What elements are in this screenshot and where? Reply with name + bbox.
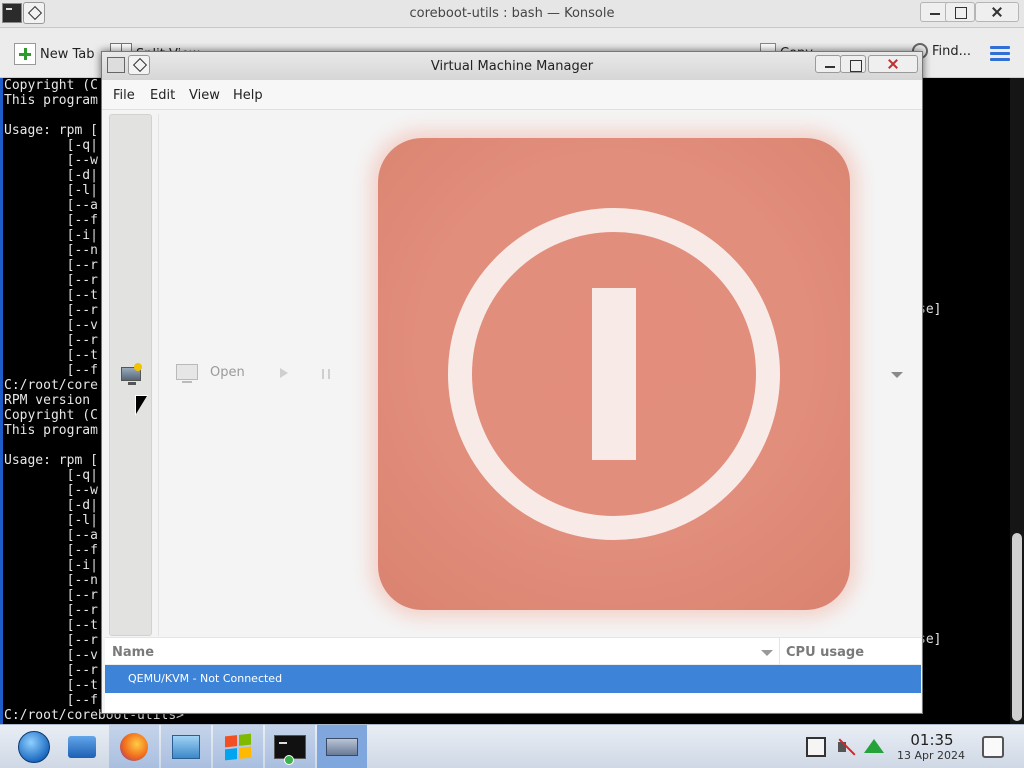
power-bar [592,288,636,460]
taskbar: 01:35 13 Apr 2024 [0,724,1024,768]
mouse-cursor-icon [136,396,147,414]
clipboard-icon[interactable] [806,737,826,757]
close-button[interactable] [868,55,918,73]
taskbar-firefox[interactable] [109,725,159,768]
maximize-button[interactable] [840,55,866,73]
vmm-toolbar [109,114,152,636]
new-badge-icon [134,363,142,371]
menu-view[interactable]: View [189,88,220,103]
konsole-titlebar[interactable]: coreboot-utils : bash — Konsole [0,0,1024,28]
hamburger-menu-icon[interactable] [990,46,1010,62]
new-vm-button[interactable] [118,363,144,385]
shutdown-menu-dropdown-icon[interactable] [891,372,903,378]
volume-muted-icon[interactable] [836,737,856,757]
taskbar-windows-app[interactable] [213,725,263,768]
vm-list: Name CPU usage QEMU/KVM - Not Connected [105,637,921,712]
taskbar-file-manager[interactable] [57,725,107,768]
start-button[interactable] [9,725,59,768]
monitor-icon [176,364,198,383]
column-separator [779,638,780,666]
virt-manager-icon [326,738,358,756]
list-header: Name CPU usage [105,637,921,666]
close-button[interactable] [975,2,1019,22]
clock-date[interactable]: 13 Apr 2024 [890,749,972,762]
open-button[interactable]: Open [176,364,245,383]
pause-button-icon[interactable] [322,369,330,379]
new-tab-button[interactable]: New Tab [14,43,95,65]
terminal-scrollbar[interactable] [1010,78,1024,724]
virtual-machine-manager-window: Virtual Machine Manager File Edit View H… [101,51,923,714]
menu-edit[interactable]: Edit [150,88,175,103]
network-icon[interactable] [864,739,884,753]
minimize-button[interactable] [815,55,841,73]
network-app-icon [172,735,200,759]
menu-file[interactable]: File [113,88,135,103]
column-header-name[interactable]: Name [112,645,154,660]
taskbar-virt-manager[interactable] [317,725,367,768]
connection-name: QEMU/KVM - Not Connected [128,672,283,685]
open-label: Open [210,364,245,380]
add-badge-icon [284,755,294,765]
vmm-title: Virtual Machine Manager [430,59,594,74]
maximize-button[interactable] [945,2,975,22]
folder-icon [68,736,96,758]
taskbar-network-app[interactable] [161,725,211,768]
sort-arrow-icon[interactable] [761,650,773,656]
konsole-title: coreboot-utils : bash — Konsole [409,6,615,21]
new-tab-icon [14,43,36,65]
run-button-play-icon[interactable] [280,368,288,378]
terminal-focus-accent [0,78,3,724]
scrollbar-thumb[interactable] [1012,533,1022,721]
windows-logo-icon [224,733,252,762]
new-tab-label: New Tab [40,46,95,62]
start-orb-icon [18,731,50,763]
list-item[interactable]: QEMU/KVM - Not Connected [105,665,921,693]
firefox-icon [120,733,148,761]
find-label: Find... [932,43,972,59]
column-header-cpu-usage[interactable]: CPU usage [786,645,864,660]
toolbar-divider [158,114,159,636]
vmm-titlebar[interactable]: Virtual Machine Manager [102,52,922,80]
shutdown-power-icon [378,138,850,610]
show-desktop-icon[interactable] [982,736,1004,758]
menu-help[interactable]: Help [233,88,263,103]
vmm-menubar: File Edit View Help [102,80,922,110]
clock-time[interactable]: 01:35 [896,731,968,749]
